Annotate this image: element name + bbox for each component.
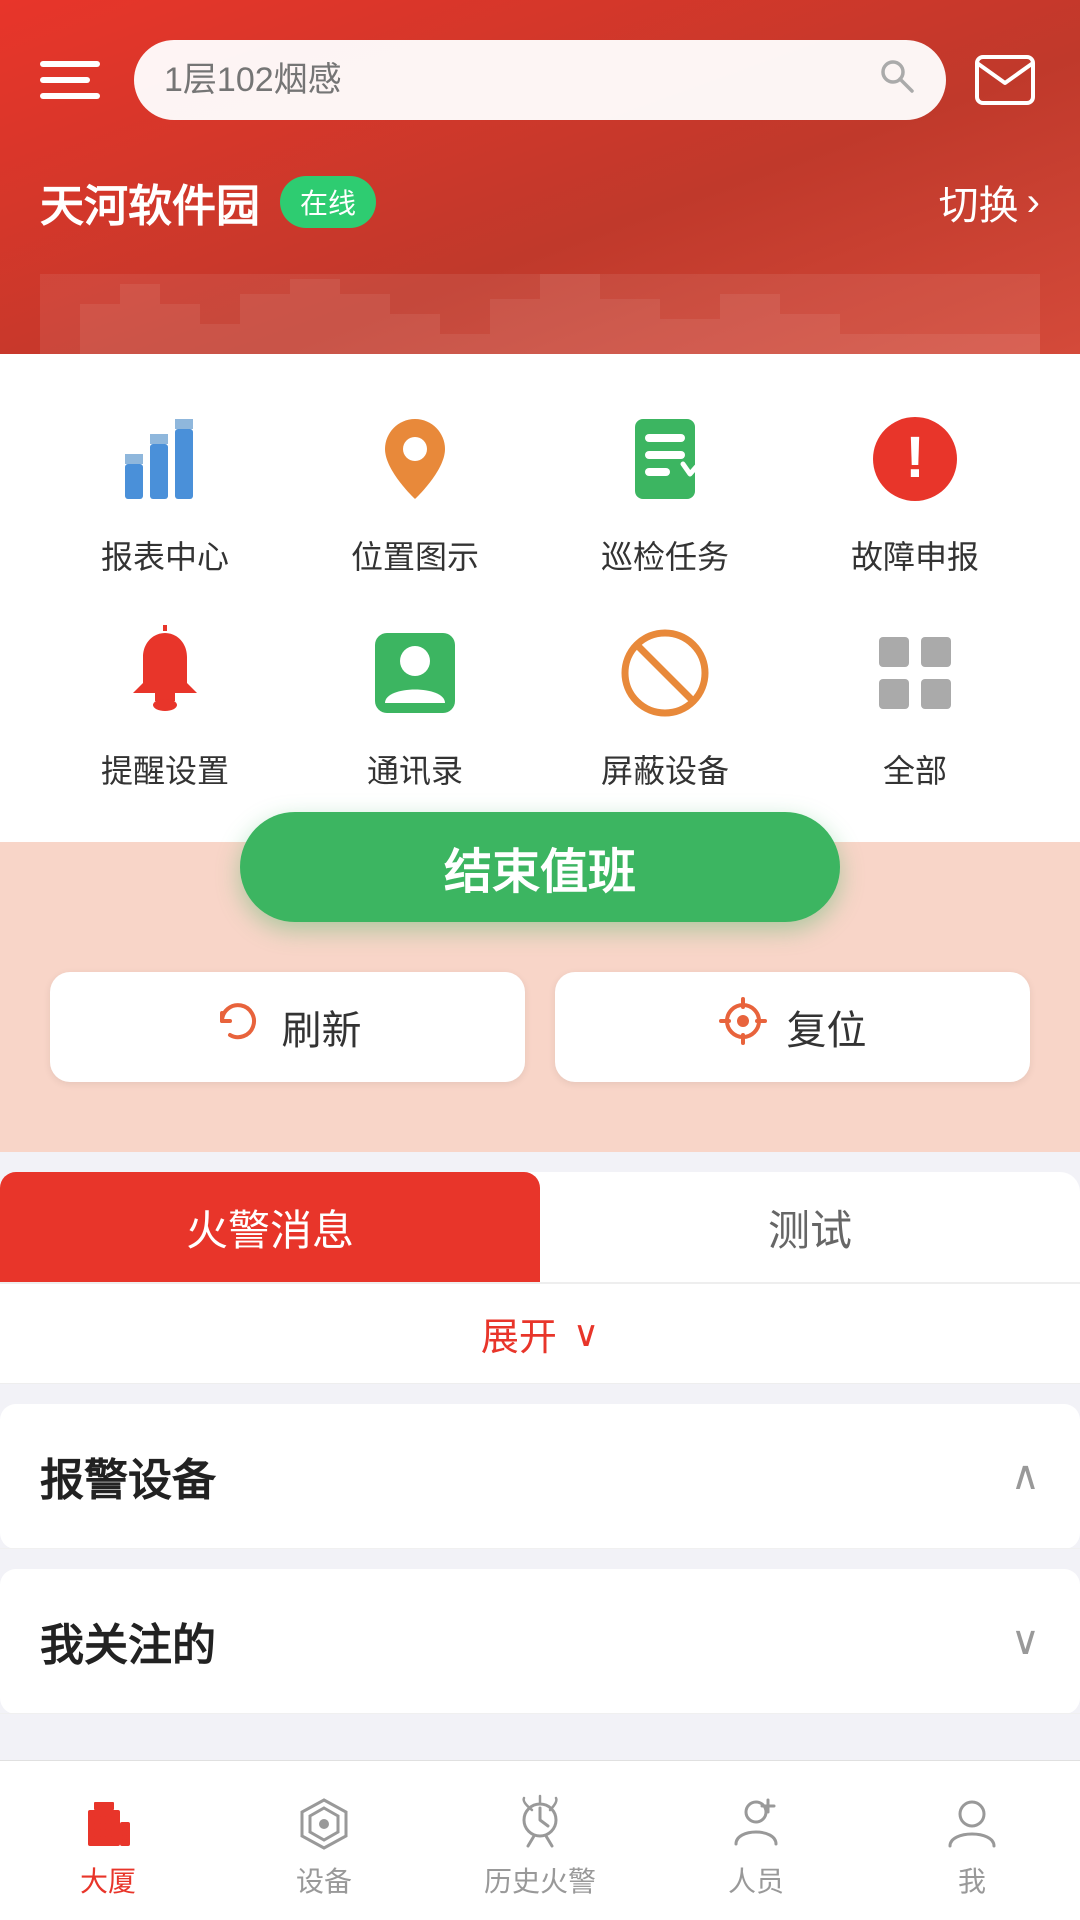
nav-label-people: 人员 xyxy=(728,1860,784,1900)
end-shift-button[interactable]: 结束值班 xyxy=(240,812,840,922)
nav-item-history[interactable]: 历史火警 xyxy=(432,1782,648,1900)
menu-item-reports[interactable]: 报表中心 xyxy=(40,404,290,578)
menu-item-shield[interactable]: 屏蔽设备 xyxy=(540,618,790,792)
section-alarm-header[interactable]: 报警设备 ∧ xyxy=(0,1404,1080,1549)
expand-label: 展开 xyxy=(481,1306,557,1361)
menu-label-shield: 屏蔽设备 xyxy=(601,746,729,792)
tab-fire-alert[interactable]: 火警消息 xyxy=(0,1172,540,1282)
menu-label-reports: 报表中心 xyxy=(101,532,229,578)
search-input[interactable] xyxy=(164,61,860,100)
menu-item-contacts[interactable]: 通讯录 xyxy=(290,618,540,792)
online-badge: 在线 xyxy=(280,176,376,228)
header-top xyxy=(40,40,1040,120)
section-followed-title: 我关注的 xyxy=(40,1609,216,1673)
me-nav-icon xyxy=(942,1792,1002,1852)
menu-grid: 报表中心 位置图示 巡检任务 xyxy=(40,404,1040,792)
reset-icon xyxy=(719,997,767,1057)
section-alarm-title: 报警设备 xyxy=(40,1444,216,1508)
switch-button[interactable]: 切换 › xyxy=(939,173,1040,231)
nav-item-people[interactable]: 人员 xyxy=(648,1782,864,1900)
menu-label-patrol: 巡检任务 xyxy=(601,532,729,578)
section-followed: 我关注的 ∨ xyxy=(0,1569,1080,1714)
refresh-label: 刷新 xyxy=(282,998,362,1056)
tab-test[interactable]: 测试 xyxy=(540,1172,1080,1282)
menu-label-all: 全部 xyxy=(883,746,947,792)
site-row: 天河软件园 在线 切换 › xyxy=(40,150,1040,274)
tabs-section: 火警消息 测试 展开 ∨ xyxy=(0,1172,1080,1384)
block-icon xyxy=(610,618,720,728)
menu-label-fault: 故障申报 xyxy=(851,532,979,578)
nav-item-building[interactable]: 大厦 xyxy=(0,1782,216,1900)
section-followed-header[interactable]: 我关注的 ∨ xyxy=(0,1569,1080,1714)
building-nav-icon xyxy=(78,1792,138,1852)
device-nav-icon xyxy=(294,1792,354,1852)
menu-item-location[interactable]: 位置图示 xyxy=(290,404,540,578)
nav-label-history: 历史火警 xyxy=(484,1860,596,1900)
tabs-row: 火警消息 测试 xyxy=(0,1172,1080,1284)
nav-label-device: 设备 xyxy=(296,1860,352,1900)
nav-label-me: 我 xyxy=(958,1860,986,1900)
refresh-button[interactable]: 刷新 xyxy=(50,972,525,1082)
menu-icon[interactable] xyxy=(40,45,110,115)
nav-item-device[interactable]: 设备 xyxy=(216,1782,432,1900)
site-name: 天河软件园 xyxy=(40,170,260,234)
reset-label: 复位 xyxy=(787,998,867,1056)
menu-label-reminder: 提醒设置 xyxy=(101,746,229,792)
skyline-decoration xyxy=(40,274,1040,354)
header: 天河软件园 在线 切换 › xyxy=(0,0,1080,354)
all-icon xyxy=(860,618,970,728)
section-alarm-chevron-icon: ∧ xyxy=(1011,1453,1040,1499)
menu-item-all[interactable]: 全部 xyxy=(790,618,1040,792)
menu-item-patrol[interactable]: 巡检任务 xyxy=(540,404,790,578)
section-alarm-devices: 报警设备 ∧ xyxy=(0,1404,1080,1549)
history-nav-icon xyxy=(510,1792,570,1852)
expand-row[interactable]: 展开 ∨ xyxy=(0,1284,1080,1384)
nav-label-building: 大厦 xyxy=(80,1860,136,1900)
chart-icon xyxy=(110,404,220,514)
menu-label-location: 位置图示 xyxy=(351,532,479,578)
menu-item-fault[interactable]: ! 故障申报 xyxy=(790,404,1040,578)
mail-icon[interactable] xyxy=(970,45,1040,115)
bottom-nav: 大厦 设备 历史火警 xyxy=(0,1760,1080,1920)
menu-item-reminder[interactable]: 提醒设置 xyxy=(40,618,290,792)
contact-icon xyxy=(360,618,470,728)
refresh-icon xyxy=(214,997,262,1057)
action-buttons: 刷新 复位 xyxy=(40,952,1040,1112)
svg-text:!: ! xyxy=(905,425,924,490)
nav-item-me[interactable]: 我 xyxy=(864,1782,1080,1900)
search-bar xyxy=(134,40,946,120)
search-icon[interactable] xyxy=(876,55,916,105)
reset-button[interactable]: 复位 xyxy=(555,972,1030,1082)
expand-chevron-icon: ∨ xyxy=(573,1313,599,1355)
fault-icon: ! xyxy=(860,404,970,514)
action-card: LE0 刷新 xyxy=(40,952,1040,1112)
action-area: 结束值班 LE0 刷新 xyxy=(0,842,1080,1152)
people-nav-icon xyxy=(726,1792,786,1852)
bell-icon xyxy=(110,618,220,728)
menu-grid-section: 报表中心 位置图示 巡检任务 xyxy=(0,354,1080,842)
menu-label-contacts: 通讯录 xyxy=(367,746,463,792)
location-icon xyxy=(360,404,470,514)
section-followed-chevron-icon: ∨ xyxy=(1011,1618,1040,1664)
task-icon xyxy=(610,404,720,514)
